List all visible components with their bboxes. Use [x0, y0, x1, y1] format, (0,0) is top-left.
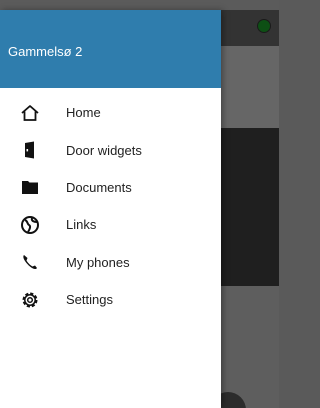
menu-item-documents[interactable]: Documents — [0, 169, 221, 206]
menu-item-my-phones[interactable]: My phones — [0, 244, 221, 281]
status-dot-icon — [258, 20, 270, 32]
menu-item-label: Door widgets — [66, 142, 142, 158]
menu-item-door-widgets[interactable]: Door widgets — [0, 131, 221, 168]
drawer-header: Gammelsø 2 — [0, 10, 221, 88]
drawer-title: Gammelsø 2 — [8, 44, 83, 59]
drawer-menu: Home Door widgets Documents Links My pho… — [0, 88, 221, 318]
menu-item-label: Documents — [66, 179, 132, 195]
menu-item-label: Home — [66, 105, 101, 121]
home-icon — [20, 103, 40, 123]
menu-item-label: Links — [66, 217, 97, 233]
menu-item-label: My phones — [66, 254, 130, 270]
gear-icon — [20, 290, 40, 310]
folder-icon — [20, 177, 40, 197]
door-icon — [20, 140, 40, 160]
phone-icon — [20, 252, 40, 272]
menu-item-home[interactable]: Home — [0, 94, 221, 131]
menu-item-links[interactable]: Links — [0, 206, 221, 243]
navigation-drawer: Gammelsø 2 Home Door widgets Documents L… — [0, 10, 221, 408]
menu-item-settings[interactable]: Settings — [0, 281, 221, 318]
globe-icon — [20, 215, 40, 235]
menu-item-label: Settings — [66, 292, 113, 308]
